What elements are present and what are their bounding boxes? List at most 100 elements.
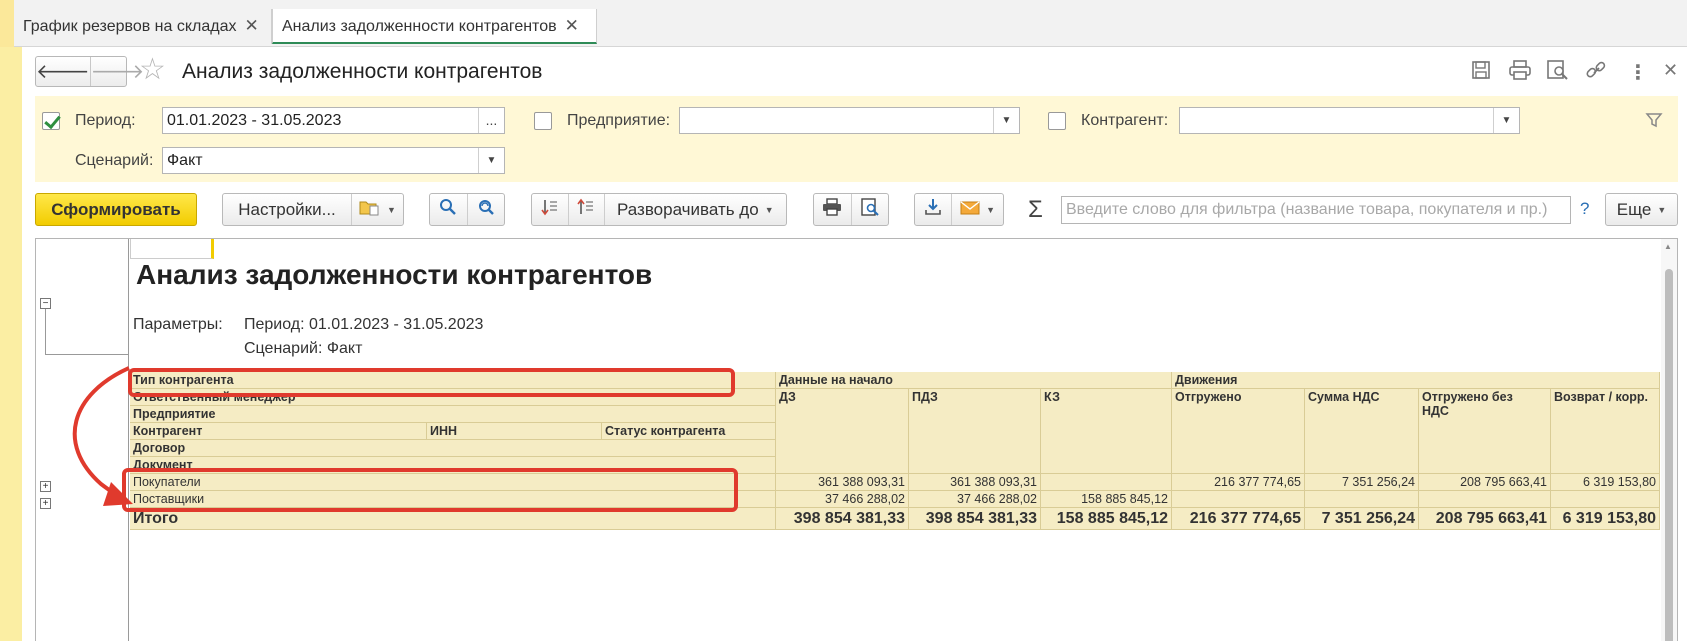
collapse-button[interactable]: [532, 194, 568, 225]
print-icon[interactable]: [1509, 60, 1531, 86]
scenario-field[interactable]: Факт ▼: [162, 147, 505, 174]
more-button[interactable]: Еще ▼: [1605, 193, 1678, 226]
row-dz: 361 388 093,31: [776, 474, 909, 491]
enterprise-checkbox[interactable]: [534, 112, 552, 130]
sort-down-icon: [541, 198, 559, 221]
row-shipped-no-vat: 208 795 663,41: [1419, 474, 1551, 491]
print-button[interactable]: [814, 194, 851, 225]
scroll-up-icon[interactable]: ▲: [1664, 242, 1672, 251]
header-enterprise: Предприятие: [130, 406, 776, 423]
tab-bar: График резервов на складах ✕ Анализ задол…: [0, 0, 1687, 47]
period-checkbox[interactable]: [42, 112, 60, 130]
group-expand: Разворачивать до ▼: [531, 193, 787, 226]
vertical-scrollbar[interactable]: ▲: [1661, 239, 1677, 641]
chevron-down-icon: ▼: [387, 204, 396, 215]
row-kz: 158 885 845,12: [1041, 491, 1172, 508]
header-returns: Возврат / корр.: [1551, 389, 1660, 474]
print-preview-button[interactable]: [850, 194, 888, 225]
settings-button[interactable]: Настройки...: [223, 194, 351, 225]
close-icon[interactable]: ✕: [1663, 60, 1678, 81]
scrollbar-thumb[interactable]: [1665, 269, 1673, 641]
total-vat: 7 351 256,24: [1305, 508, 1419, 530]
expand-icon[interactable]: +: [40, 498, 51, 509]
chevron-down-icon[interactable]: ▼: [993, 108, 1019, 133]
expand-icon[interactable]: +: [40, 481, 51, 492]
row-shipped: 216 377 774,65: [1172, 474, 1305, 491]
search-icon: [439, 198, 457, 221]
download-button[interactable]: [915, 194, 951, 225]
header-shipped: Отгружено: [1172, 389, 1305, 474]
save-icon[interactable]: [1471, 60, 1491, 86]
star-icon[interactable]: ☆: [139, 55, 166, 85]
contractor-label: Контрагент:: [1081, 112, 1169, 129]
email-button[interactable]: ▼: [951, 194, 1003, 225]
export-group: ▼: [914, 193, 1004, 226]
header-inn: ИНН: [427, 423, 602, 440]
row-kz: [1041, 474, 1172, 491]
chevron-down-icon: ▼: [986, 204, 995, 215]
search-input[interactable]: Введите слово для фильтра (название това…: [1061, 196, 1571, 224]
header-contract: Договор: [130, 440, 776, 457]
header-vat: Сумма НДС: [1305, 389, 1419, 474]
row-returns: [1551, 491, 1660, 508]
period-select-button[interactable]: ...: [478, 108, 504, 133]
print-icon: [822, 198, 842, 221]
chevron-down-icon[interactable]: ▼: [1493, 108, 1519, 133]
tab-stock-reserves[interactable]: График резервов на складах ✕: [14, 9, 272, 44]
report-title: Анализ задолженности контрагентов: [136, 259, 653, 290]
header-status: Статус контрагента: [602, 423, 776, 440]
close-icon[interactable]: ✕: [565, 9, 583, 43]
tab-label: График резервов на складах: [23, 18, 237, 35]
scenario-label: Сценарий:: [75, 152, 154, 169]
sum-icon[interactable]: Σ: [1028, 196, 1043, 224]
variants-button[interactable]: ▼: [351, 194, 403, 225]
header-contractor: Контрагент: [130, 423, 427, 440]
folder-icon: [359, 198, 381, 221]
search-next-button[interactable]: [466, 194, 504, 225]
row-pdz: 37 466 288,02: [909, 491, 1041, 508]
params-label: Параметры:: [133, 316, 223, 333]
row-pdz: 361 388 093,31: [909, 474, 1041, 491]
header-pdz: ПДЗ: [909, 389, 1041, 474]
enterprise-label: Предприятие:: [567, 112, 671, 129]
chevron-down-icon[interactable]: ▼: [478, 148, 504, 173]
tab-debt-analysis[interactable]: Анализ задолженности контрагентов ✕: [272, 9, 597, 44]
total-shipped: 216 377 774,65: [1172, 508, 1305, 530]
enterprise-field[interactable]: ▼: [679, 107, 1020, 134]
collapse-icon[interactable]: −: [40, 298, 51, 309]
tab-label: Анализ задолженности контрагентов: [282, 18, 557, 35]
expand-button[interactable]: [567, 194, 604, 225]
contractor-field[interactable]: ▼: [1179, 107, 1520, 134]
help-icon[interactable]: ?: [1580, 199, 1589, 219]
generate-button[interactable]: Сформировать: [35, 193, 197, 226]
forward-arrow-icon[interactable]: 🡒: [89, 57, 144, 86]
more-vertical-icon[interactable]: ⋮: [1628, 60, 1648, 85]
row-shipped: [1172, 491, 1305, 508]
link-icon[interactable]: [1585, 60, 1607, 86]
header-kz: КЗ: [1041, 389, 1172, 474]
total-pdz: 398 854 381,33: [909, 508, 1041, 530]
total-shipped-no-vat: 208 795 663,41: [1419, 508, 1551, 530]
preview-icon[interactable]: [1547, 60, 1569, 86]
expand-to-dropdown[interactable]: Разворачивать до ▼: [603, 194, 786, 225]
header-start-data: Данные на начало: [776, 372, 1172, 389]
preview-icon: [861, 198, 879, 221]
sort-up-icon: [577, 198, 595, 221]
print-group: [813, 193, 889, 226]
back-arrow-icon[interactable]: 🡐: [36, 57, 90, 86]
row-returns: 6 319 153,80: [1551, 474, 1660, 491]
chevron-down-icon: ▼: [764, 204, 774, 215]
row-dz: 37 466 288,02: [776, 491, 909, 508]
param-period: Период: 01.01.2023 - 31.05.2023: [244, 316, 484, 333]
row-vat: [1305, 491, 1419, 508]
filter-icon[interactable]: [1645, 111, 1663, 134]
page-title: Анализ задолженности контрагентов: [182, 60, 543, 83]
search-next-icon: [477, 198, 495, 221]
contractor-checkbox[interactable]: [1048, 112, 1066, 130]
row-shipped-no-vat: [1419, 491, 1551, 508]
report-area: − + + Анализ задолженности контрагентов …: [35, 238, 1678, 641]
header-movements: Движения: [1172, 372, 1660, 389]
period-field[interactable]: 01.01.2023 - 31.05.2023 ...: [162, 107, 505, 134]
close-icon[interactable]: ✕: [245, 9, 263, 43]
search-button[interactable]: [430, 194, 467, 225]
